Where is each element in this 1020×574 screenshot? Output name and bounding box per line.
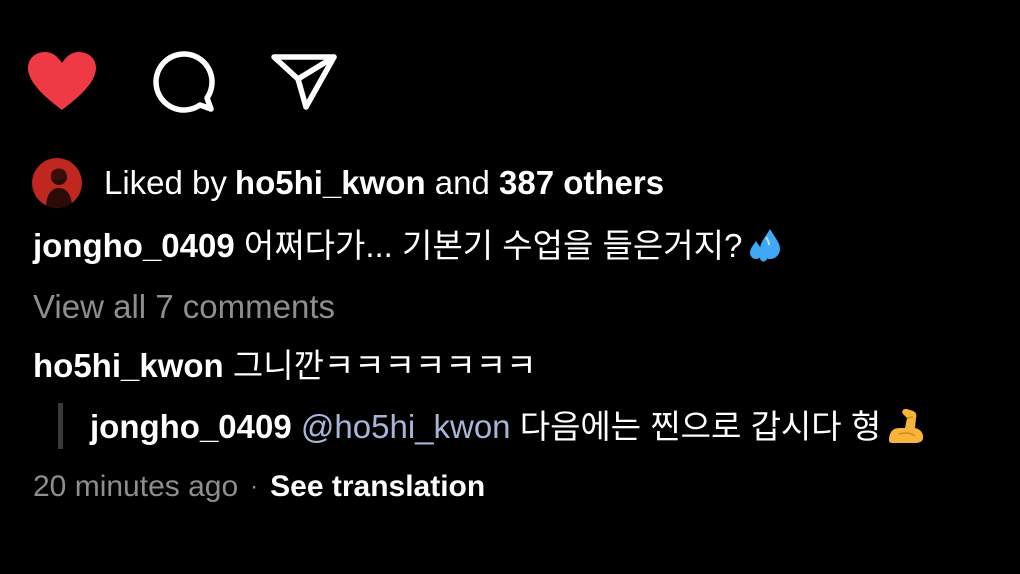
- comment-bubble-icon[interactable]: [150, 48, 216, 119]
- post-caption: jongho_0409 어쩌다가... 기본기 수업을 들은거지?: [33, 226, 786, 272]
- caption-text: 어쩌다가... 기본기 수업을 들은거지?: [234, 227, 743, 264]
- reply-thread-indicator: [58, 403, 63, 449]
- meta-separator: ·: [250, 473, 259, 500]
- likes-summary: Liked by ho5hi_kwon and 387 others: [32, 157, 664, 209]
- caption-username[interactable]: jongho_0409: [33, 227, 235, 264]
- comment-row: ho5hi_kwon 그니깐ㅋㅋㅋㅋㅋㅋㅋ: [33, 346, 536, 386]
- likes-prefix: Liked by: [104, 164, 227, 201]
- reply-mention[interactable]: @ho5hi_kwon: [301, 408, 511, 445]
- flexed-biceps-emoji: [885, 406, 925, 453]
- reply-row: jongho_0409 @ho5hi_kwon 다음에는 찐으로 갑시다 형: [90, 406, 925, 453]
- reply-username[interactable]: jongho_0409: [90, 408, 292, 445]
- comment-text: 그니깐ㅋㅋㅋㅋㅋㅋㅋ: [223, 347, 537, 384]
- view-all-comments-link[interactable]: View all 7 comments: [33, 287, 335, 327]
- likes-count[interactable]: 387 others: [499, 164, 664, 202]
- reply-text: 다음에는 찐으로 갑시다 형: [510, 408, 882, 445]
- liker-username[interactable]: ho5hi_kwon: [235, 164, 426, 202]
- heart-filled-icon[interactable]: [26, 50, 98, 117]
- comment-username[interactable]: ho5hi_kwon: [33, 347, 224, 384]
- timestamp: 20 minutes ago: [33, 470, 239, 503]
- see-translation-link[interactable]: See translation: [270, 467, 485, 507]
- likes-middle: and: [425, 164, 500, 201]
- sweat-droplets-emoji: [746, 227, 786, 272]
- paper-plane-icon[interactable]: [270, 51, 338, 116]
- avatar[interactable]: [32, 158, 82, 208]
- comment-meta: 20 minutes ago · See translation: [33, 467, 485, 507]
- post-actions: [26, 48, 338, 119]
